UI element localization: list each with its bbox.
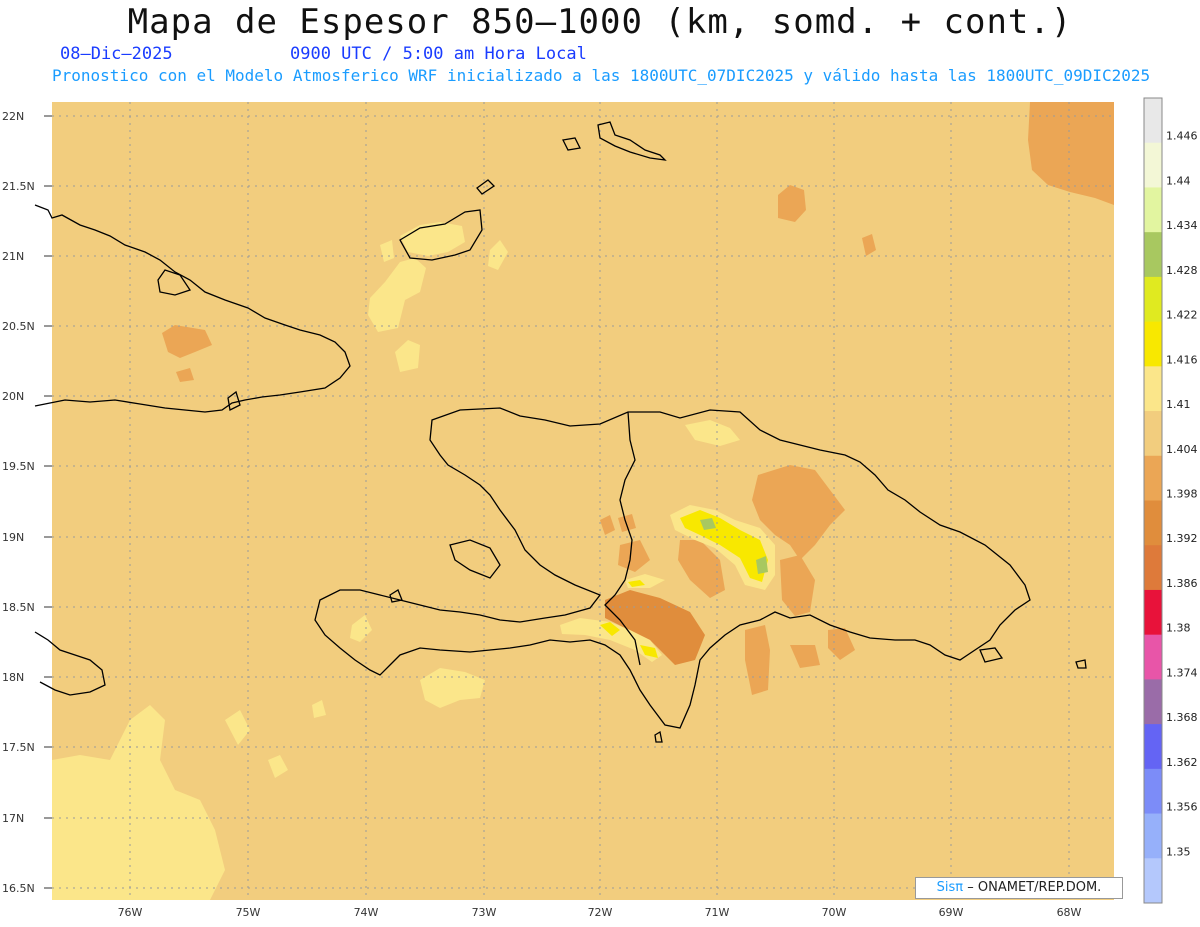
thickness-field	[52, 102, 1114, 900]
colorbar-swatch	[1144, 232, 1162, 278]
colorbar-swatch	[1144, 634, 1162, 680]
lat-ticks	[44, 115, 52, 889]
colorbar-swatch	[1144, 858, 1162, 904]
lon-label: 68W	[1057, 906, 1082, 919]
colorbar-label: 1.404	[1166, 443, 1198, 456]
colorbar-swatch	[1144, 500, 1162, 546]
colorbar-swatch	[1144, 98, 1162, 144]
colorbar-label: 1.446	[1166, 130, 1198, 143]
lon-label: 73W	[472, 906, 497, 919]
lat-label: 19.5N	[2, 460, 35, 473]
colorbar-label: 1.362	[1166, 756, 1198, 769]
lat-label: 20N	[2, 390, 24, 403]
colorbar-label: 1.434	[1166, 219, 1198, 232]
lat-label: 17N	[2, 812, 24, 825]
lon-label: 75W	[236, 906, 261, 919]
lat-label: 19N	[2, 531, 24, 544]
lat-label: 20.5N	[2, 320, 35, 333]
colorbar-swatch	[1144, 455, 1162, 501]
credit-box: Sisπ – ONAMET/REP.DOM.	[915, 877, 1123, 899]
colorbar-label: 1.38	[1166, 622, 1191, 635]
latitude-labels: 22N 21.5N 21N 20.5N 20N 19.5N 19N 18.5N …	[2, 110, 35, 895]
colorbar-swatch	[1144, 768, 1162, 815]
lon-label: 72W	[588, 906, 613, 919]
credit-brand: Sisπ	[936, 880, 964, 895]
lat-label: 21N	[2, 250, 24, 263]
colorbar-swatch	[1144, 679, 1162, 725]
longitude-labels: 76W 75W 74W 73W 72W 71W 70W 69W 68W	[118, 906, 1082, 919]
lon-label: 71W	[705, 906, 730, 919]
lon-label: 69W	[939, 906, 964, 919]
colorbar-swatch	[1144, 589, 1162, 636]
colorbar-swatch	[1144, 187, 1162, 233]
lat-label: 21.5N	[2, 180, 35, 193]
colorbar-label: 1.356	[1166, 801, 1198, 814]
colorbar-label: 1.41	[1166, 398, 1191, 411]
colorbar-swatch	[1144, 813, 1162, 859]
colorbar-swatch	[1144, 276, 1162, 323]
lon-label: 70W	[822, 906, 847, 919]
lat-label: 17.5N	[2, 741, 35, 754]
colorbar-label: 1.386	[1166, 577, 1198, 590]
lat-label: 18.5N	[2, 601, 35, 614]
colorbar-label: 1.392	[1166, 532, 1198, 545]
colorbar-swatch	[1144, 545, 1162, 591]
colorbar-label: 1.35	[1166, 845, 1191, 858]
colorbar-label: 1.422	[1166, 309, 1198, 322]
colorbar-swatch	[1144, 724, 1162, 770]
colorbar-label: 1.428	[1166, 264, 1198, 277]
colorbar-swatch	[1144, 411, 1162, 457]
colorbar: 1.446 1.44 1.434 1.428 1.422 1.416 1.41 1.404 1.…	[1143, 97, 1198, 904]
colorbar-swatch	[1144, 366, 1162, 412]
colorbar-label: 1.44	[1166, 174, 1191, 187]
lon-label: 76W	[118, 906, 143, 919]
colorbar-label: 1.374	[1166, 666, 1198, 679]
colorbar-swatch	[1144, 142, 1162, 188]
lat-label: 16.5N	[2, 882, 35, 895]
colorbar-label: 1.368	[1166, 711, 1198, 724]
colorbar-label: 1.416	[1166, 353, 1198, 366]
lat-label: 18N	[2, 671, 24, 684]
colorbar-swatch	[1144, 321, 1162, 367]
lon-label: 74W	[354, 906, 379, 919]
lat-label: 22N	[2, 110, 24, 123]
credit-text: – ONAMET/REP.DOM.	[967, 880, 1102, 895]
colorbar-label: 1.398	[1166, 488, 1198, 501]
map-figure: 22N 21.5N 21N 20.5N 20N 19.5N 19N 18.5N …	[2, 97, 1198, 919]
